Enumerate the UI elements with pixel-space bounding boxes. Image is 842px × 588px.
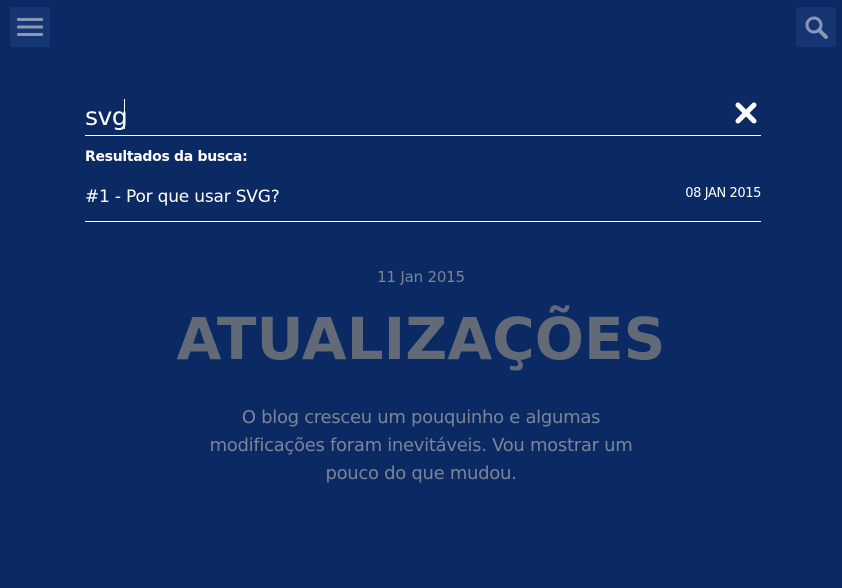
search-results-label: Resultados da busca: — [85, 149, 248, 165]
search-result-date: 08 JAN 2015 — [685, 186, 761, 201]
search-button[interactable] — [796, 7, 836, 47]
text-caret — [124, 99, 125, 129]
article-date: 11 Jan 2015 — [377, 268, 465, 286]
close-search-button[interactable] — [735, 102, 757, 124]
search-icon — [805, 16, 828, 39]
article-preview: 11 Jan 2015 ATUALIZAÇÕES O blog cresceu … — [0, 268, 842, 488]
search-input[interactable] — [85, 97, 705, 135]
search-field-row — [85, 95, 761, 136]
page: Resultados da busca: #1 - Por que usar S… — [0, 0, 842, 588]
close-icon — [735, 102, 757, 124]
hamburger-menu-icon — [17, 18, 43, 36]
search-result-title[interactable]: #1 - Por que usar SVG? — [85, 187, 280, 207]
article-title[interactable]: ATUALIZAÇÕES — [0, 304, 842, 374]
search-result-item[interactable]: #1 - Por que usar SVG? 08 JAN 2015 — [85, 165, 761, 222]
search-panel: Resultados da busca: #1 - Por que usar S… — [85, 95, 761, 222]
menu-button[interactable] — [10, 7, 50, 47]
article-excerpt: O blog cresceu um pouquinho e algumas mo… — [209, 407, 633, 484]
